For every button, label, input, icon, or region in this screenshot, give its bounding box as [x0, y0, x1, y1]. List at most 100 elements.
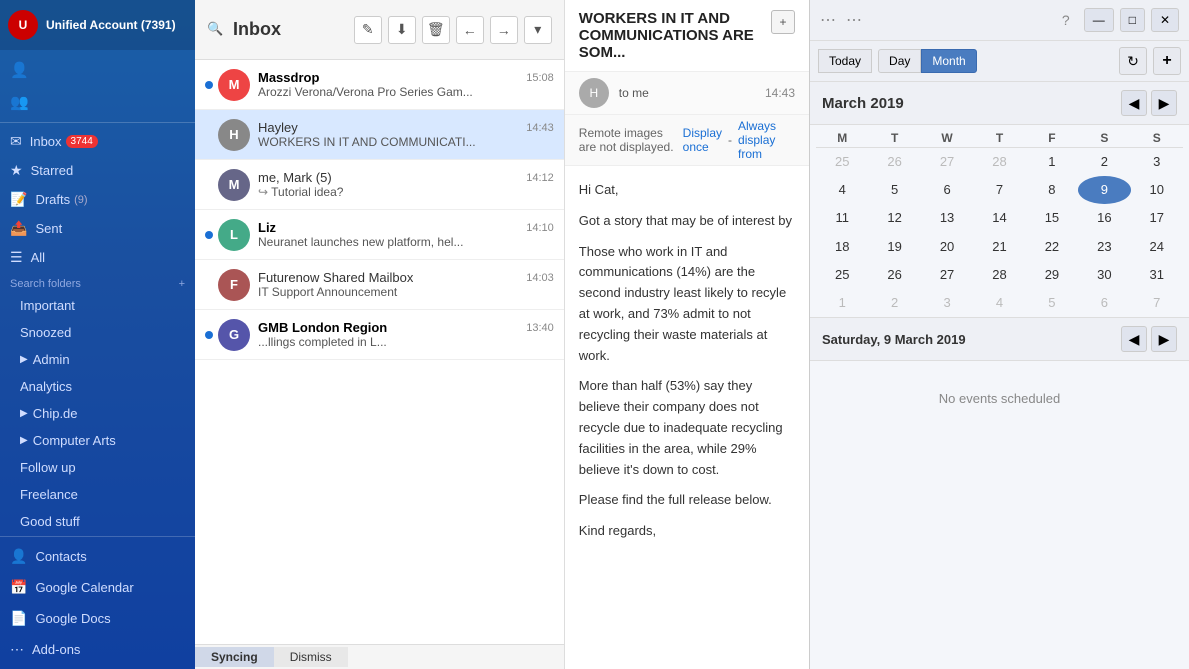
sidebar-item-follow-up[interactable]: Follow up [0, 454, 195, 481]
sidebar-item-google-calendar[interactable]: 📅 Google Calendar [0, 572, 195, 603]
sidebar-account-header[interactable]: U Unified Account (7391) [0, 0, 195, 50]
dismiss-button[interactable]: Dismiss [274, 647, 348, 667]
sidebar-item-freelance[interactable]: Freelance [0, 481, 195, 508]
calendar-day[interactable]: 16 [1078, 204, 1130, 232]
forward-btn[interactable]: → [490, 16, 518, 44]
add-event-button[interactable]: + [1153, 47, 1181, 75]
calendar-day[interactable]: 11 [816, 204, 868, 232]
calendar-day[interactable]: 24 [1131, 233, 1183, 261]
display-once-link[interactable]: Display once [683, 126, 722, 154]
calendar-day[interactable]: 1 [816, 289, 868, 317]
back-btn[interactable]: ← [456, 16, 484, 44]
calendar-day[interactable]: 8 [1026, 176, 1078, 204]
calendar-day[interactable]: 9 [1078, 176, 1130, 204]
calendar-day[interactable]: 18 [816, 233, 868, 261]
calendar-day[interactable]: 7 [973, 176, 1025, 204]
sidebar-item-inbox[interactable]: ✉ Inbox 3744 [0, 127, 195, 156]
sidebar-item-analytics[interactable]: Analytics [0, 373, 195, 400]
sidebar-item-sent[interactable]: 📤 Sent [0, 214, 195, 243]
sidebar-item-contacts[interactable]: 👤 Contacts [0, 541, 195, 572]
sidebar-item-google-docs[interactable]: 📄 Google Docs [0, 603, 195, 634]
calendar-day[interactable]: 22 [1026, 233, 1078, 261]
sidebar-icon-compose[interactable]: 👤 [0, 54, 195, 86]
calendar-day[interactable]: 10 [1131, 176, 1183, 204]
sidebar-item-important[interactable]: Important [0, 292, 195, 319]
calendar-day[interactable]: 27 [921, 261, 973, 289]
email-list-item[interactable]: L Liz 14:10 Neuranet launches new platfo… [195, 210, 564, 260]
calendar-day[interactable]: 4 [816, 176, 868, 204]
syncing-button[interactable]: Syncing [195, 647, 274, 667]
calendar-day[interactable]: 13 [921, 204, 973, 232]
calendar-day[interactable]: 31 [1131, 261, 1183, 289]
email-list-item[interactable]: H Hayley 14:43 WORKERS IN IT AND COMMUNI… [195, 110, 564, 160]
next-month-button[interactable]: ▶ [1151, 90, 1177, 116]
email-list-item[interactable]: F Futurenow Shared Mailbox 14:03 IT Supp… [195, 260, 564, 310]
calendar-day[interactable]: 3 [1131, 148, 1183, 176]
always-display-link[interactable]: Always display from [738, 119, 795, 161]
refresh-button[interactable]: ↻ [1119, 47, 1147, 75]
calendar-day[interactable]: 2 [868, 289, 920, 317]
sidebar-item-starred[interactable]: ★ Starred [0, 156, 195, 185]
calendar-day[interactable]: 4 [973, 289, 1025, 317]
analytics-label: Analytics [20, 379, 72, 394]
calendar-day[interactable]: 17 [1131, 204, 1183, 232]
account-avatar: U [8, 10, 38, 40]
delete-btn[interactable]: 🗑 [422, 16, 450, 44]
sidebar-item-snoozed[interactable]: Snoozed [0, 319, 195, 346]
calendar-day[interactable]: 21 [973, 233, 1025, 261]
calendar-day[interactable]: 30 [1078, 261, 1130, 289]
calendar-day[interactable]: 26 [868, 261, 920, 289]
sidebar-item-admin[interactable]: ▶ Admin [0, 346, 195, 373]
calendar-day[interactable]: 2 [1078, 148, 1130, 176]
calendar-day[interactable]: 14 [973, 204, 1025, 232]
calendar-day[interactable]: 29 [1026, 261, 1078, 289]
calendar-day[interactable]: 6 [921, 176, 973, 204]
more-btn[interactable]: ▾ [524, 16, 552, 44]
calendar-day[interactable]: 23 [1078, 233, 1130, 261]
sidebar-item-all[interactable]: ☰ All [0, 243, 195, 272]
expand-button[interactable]: + [771, 10, 795, 34]
sidebar-icon-group[interactable]: 👥 [0, 86, 195, 118]
calendar-day[interactable]: 19 [868, 233, 920, 261]
add-folder-icon[interactable]: + [179, 278, 185, 290]
calendar-day[interactable]: 25 [816, 261, 868, 289]
window-maximize-btn[interactable]: □ [1120, 8, 1145, 32]
calendar-day[interactable]: 6 [1078, 289, 1130, 317]
prev-month-button[interactable]: ◀ [1121, 90, 1147, 116]
calendar-day[interactable]: 27 [921, 148, 973, 176]
calendar-day[interactable]: 12 [868, 204, 920, 232]
month-view-button[interactable]: Month [921, 49, 976, 73]
calendar-day[interactable]: 7 [1131, 289, 1183, 317]
today-button[interactable]: Today [818, 49, 872, 73]
calendar-day[interactable]: 20 [921, 233, 973, 261]
calendar-day[interactable]: 5 [868, 176, 920, 204]
sidebar-item-chip-de[interactable]: ▶ Chip.de [0, 400, 195, 427]
sidebar-item-add-ons[interactable]: ⋯ Add-ons [0, 634, 195, 665]
window-close-btn[interactable]: ✕ [1151, 8, 1179, 32]
email-avatar: M [218, 69, 250, 101]
prev-day-button[interactable]: ◀ [1121, 326, 1147, 352]
email-list-item[interactable]: M Massdrop 15:08 Arozzi Verona/Verona Pr… [195, 60, 564, 110]
sidebar-item-drafts[interactable]: 📝 Drafts (9) [0, 185, 195, 214]
calendar-days: 2526272812345678910111213141516171819202… [816, 148, 1183, 317]
download-btn[interactable]: ⬇ [388, 16, 416, 44]
calendar-day[interactable]: 3 [921, 289, 973, 317]
sidebar-item-good-stuff[interactable]: Good stuff [0, 508, 195, 535]
email-list-panel: 🔍 Inbox ✎ ⬇ 🗑 ← → ▾ M Massdrop 15:08 Aro… [195, 0, 565, 669]
compose-btn[interactable]: ✎ [354, 16, 382, 44]
sidebar-item-manage-folders[interactable]: Manage folders [0, 535, 195, 536]
calendar-day[interactable]: 15 [1026, 204, 1078, 232]
email-list-item[interactable]: M me, Mark (5) 14:12 ↪ Tutorial idea? [195, 160, 564, 210]
email-list-item[interactable]: G GMB London Region 13:40 ...llings comp… [195, 310, 564, 360]
calendar-day[interactable]: 25 [816, 148, 868, 176]
sidebar-item-computer-arts[interactable]: ▶ Computer Arts [0, 427, 195, 454]
calendar-day[interactable]: 28 [973, 261, 1025, 289]
window-minimize-btn[interactable]: — [1084, 8, 1114, 32]
calendar-day[interactable]: 26 [868, 148, 920, 176]
calendar-day[interactable]: 28 [973, 148, 1025, 176]
calendar-month-header: March 2019 ◀ ▶ [810, 82, 1189, 125]
next-day-button[interactable]: ▶ [1151, 326, 1177, 352]
calendar-day[interactable]: 1 [1026, 148, 1078, 176]
calendar-day[interactable]: 5 [1026, 289, 1078, 317]
day-view-button[interactable]: Day [878, 49, 921, 73]
